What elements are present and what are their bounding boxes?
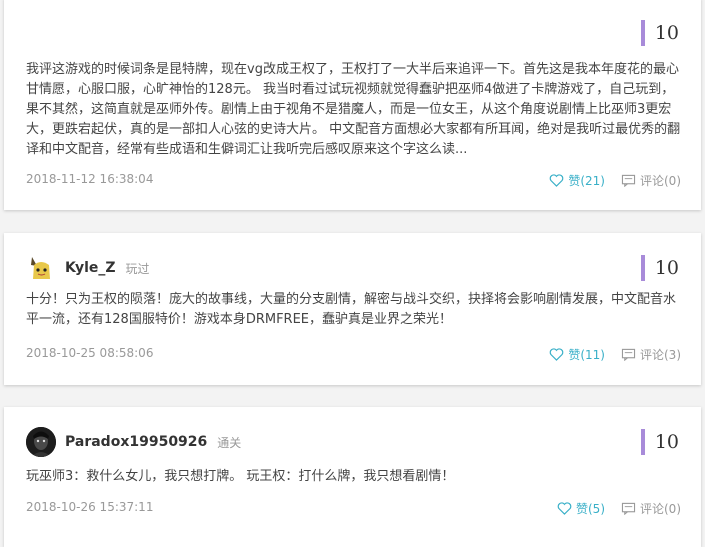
comment-count: 评论(0) (640, 502, 681, 516)
score-bar (640, 255, 645, 281)
review-card: Kyle_Z 玩过 10 十分！只为王权的陨落！庞大的故事线，大量的分支剧情，解… (4, 233, 701, 385)
comment-icon (621, 502, 636, 515)
review-user[interactable]: Kyle_Z 玩过 (26, 253, 150, 283)
like-button[interactable]: 赞(5) (557, 500, 605, 517)
review-score: 10 (640, 20, 679, 46)
user-avatar[interactable] (26, 427, 56, 457)
score-value: 10 (654, 22, 679, 44)
like-count: 赞(21) (568, 174, 605, 188)
review-date: 2018-10-25 08:58:06 (26, 346, 154, 360)
review-date: 2018-10-26 15:37:11 (26, 500, 154, 514)
like-count: 赞(5) (576, 502, 605, 516)
review-score: 10 (640, 429, 679, 455)
review-user[interactable]: Paradox19950926 通关 (26, 427, 241, 457)
comment-icon (621, 348, 636, 361)
score-bar (640, 20, 645, 46)
user-status: 玩过 (125, 261, 150, 276)
user-avatar[interactable] (26, 253, 56, 283)
like-button[interactable]: 赞(11) (549, 346, 605, 363)
user-name[interactable]: Paradox19950926 (65, 434, 207, 450)
review-card: Paradox19950926 通关 10 玩巫师3：救什么女儿，我只想打牌。 … (4, 407, 701, 547)
review-content: 玩巫师3：救什么女儿，我只想打牌。 玩王权：打什么牌，我只想看剧情！ (26, 469, 455, 484)
comment-count: 评论(0) (640, 174, 681, 188)
heart-icon (550, 174, 564, 187)
user-status: 通关 (217, 435, 242, 450)
score-bar (640, 429, 645, 455)
heart-icon (550, 348, 564, 361)
like-button[interactable]: 赞(21) (549, 172, 605, 189)
dark-face-avatar (26, 427, 56, 457)
review-content: 十分！只为王权的陨落！庞大的故事线，大量的分支剧情，解密与战斗交织，抉择将会影响… (26, 292, 677, 327)
review-card: 10 我评这游戏的时候词条是昆特牌，现在vg改成王权了，王权打了一大半后来追评一… (4, 0, 701, 210)
user-name[interactable]: Kyle_Z (65, 260, 116, 276)
like-count: 赞(11) (568, 348, 605, 362)
yellow-creature-avatar (31, 257, 50, 279)
score-value: 10 (654, 431, 679, 453)
review-score: 10 (640, 255, 679, 281)
score-value: 10 (654, 257, 679, 279)
review-date: 2018-11-12 16:38:04 (26, 172, 154, 186)
comment-button[interactable]: 评论(0) (621, 500, 681, 517)
comment-icon (621, 174, 636, 187)
comment-count: 评论(3) (640, 348, 681, 362)
review-content: 我评这游戏的时候词条是昆特牌，现在vg改成王权了，王权打了一大半后来追评一下。首… (26, 62, 681, 157)
comment-button[interactable]: 评论(0) (621, 172, 681, 189)
heart-icon (557, 502, 572, 515)
comment-button[interactable]: 评论(3) (621, 346, 681, 363)
